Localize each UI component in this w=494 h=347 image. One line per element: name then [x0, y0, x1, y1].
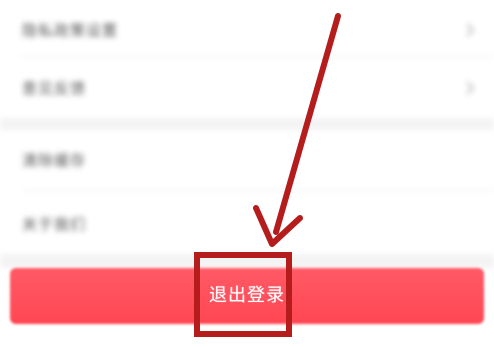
arrow-pointer-icon: [253, 13, 341, 247]
settings-screen: 隐私政策设置 意见反馈 清除缓存 关于我们 退出登录: [0, 0, 494, 347]
